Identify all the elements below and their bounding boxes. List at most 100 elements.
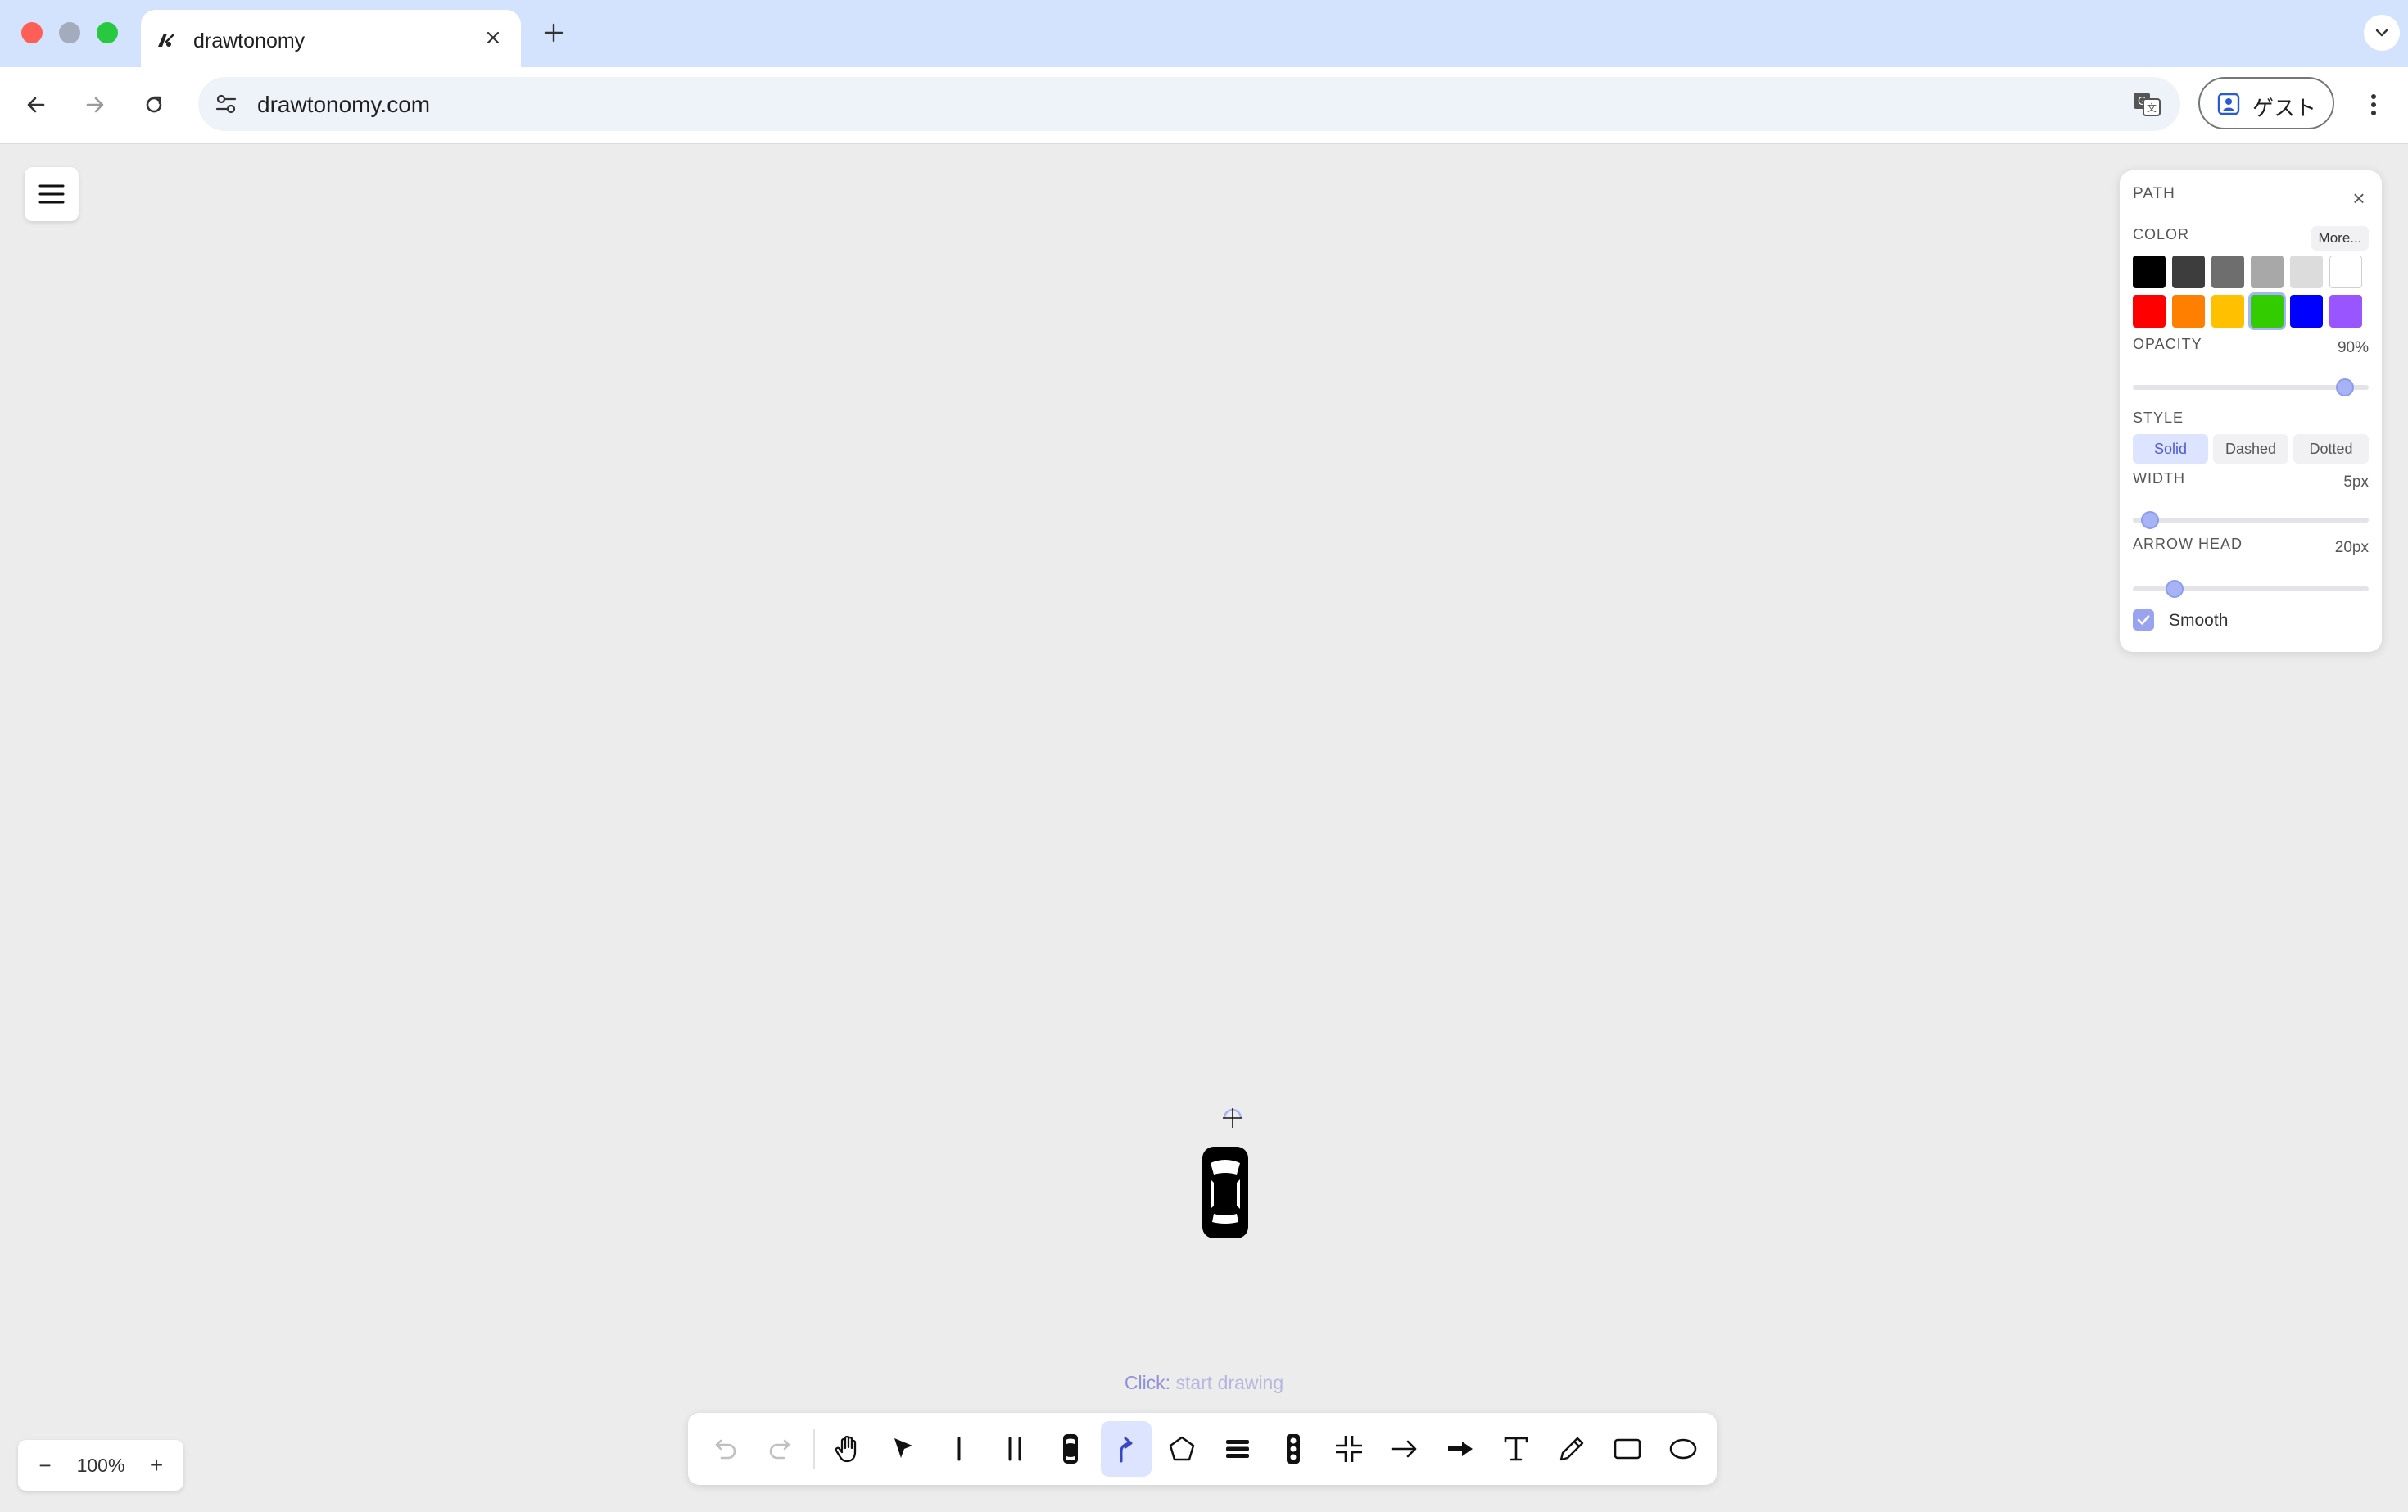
double-line-icon [1008,1437,1021,1461]
crosshair-cursor-icon [1223,1108,1242,1128]
redo-button[interactable] [755,1421,806,1477]
pencil-tool-button[interactable] [1546,1421,1597,1477]
zoom-out-button[interactable]: − [28,1448,62,1483]
car-tool-button[interactable] [1045,1421,1096,1477]
car-icon [1063,1434,1078,1464]
more-colors-button[interactable]: More... [2311,226,2369,251]
opacity-label: OPACITY [2133,336,2202,352]
translate-icon: G 文 [2134,93,2161,116]
rectangle-tool-button[interactable] [1602,1421,1653,1477]
opacity-value: 90% [2337,339,2369,356]
color-swatch[interactable] [2211,256,2244,288]
smooth-label: Smooth [2169,611,2229,630]
arrow-right-icon [86,97,104,113]
window-close-button[interactable] [21,22,43,43]
traffic-light-icon [1287,1434,1300,1464]
ellipse-tool-button[interactable] [1658,1421,1709,1477]
width-slider[interactable] [2133,518,2369,523]
color-swatch[interactable] [2251,256,2284,288]
zoom-in-button[interactable]: + [139,1448,174,1483]
double-lane-tool-button[interactable] [989,1421,1040,1477]
curved-arrow-icon [1120,1437,1133,1463]
color-swatch[interactable] [2251,295,2284,328]
car-shape[interactable] [1201,1145,1250,1240]
panel-title: PATH [2133,185,2175,202]
window-zoom-button[interactable] [97,22,118,43]
arrow-tool-button[interactable] [1379,1421,1430,1477]
pointer-arrow-icon [894,1438,912,1458]
drawing-toolbar [688,1413,1717,1485]
url-text[interactable]: drawtonomy.com [257,92,430,118]
tab-close-button[interactable] [480,25,506,51]
drawing-canvas[interactable] [0,144,2408,1512]
drawtonomy-favicon-icon [158,34,174,47]
browser-tab[interactable]: drawtonomy [141,10,521,67]
translate-button[interactable]: G 文 [2131,88,2162,120]
toolbar-divider [813,1429,815,1469]
new-tab-button[interactable] [537,16,570,49]
select-tool-button[interactable] [878,1421,929,1477]
window-minimize-button[interactable] [59,22,80,43]
lane-line-tool-button[interactable] [934,1421,984,1477]
plus-icon [544,23,564,43]
color-swatch[interactable] [2211,295,2244,328]
color-swatch[interactable] [2172,256,2205,288]
reload-icon [146,96,162,113]
tab-search-button[interactable] [2364,15,2400,51]
hand-icon [835,1435,857,1463]
person-icon [2217,93,2240,115]
style-label: STYLE [2133,410,2184,426]
style-dashed-button[interactable]: Dashed [2213,434,2288,464]
rectangle-icon [1614,1438,1641,1460]
color-swatch[interactable] [2133,256,2166,288]
thick-arrow-icon [1448,1442,1473,1456]
browser-menu-button[interactable] [2354,85,2393,124]
intersection-tool-button[interactable] [1324,1421,1374,1477]
undo-icon [715,1439,736,1460]
forward-button[interactable] [75,85,115,124]
path-tool-button[interactable] [1101,1421,1152,1477]
width-slider-thumb[interactable] [2141,511,2159,529]
zoom-control: − 100% + [18,1440,183,1491]
browser-tab-bar: drawtonomy [0,0,2408,67]
color-label: COLOR [2133,226,2190,242]
opacity-slider[interactable] [2133,385,2369,390]
reload-button[interactable] [134,85,174,124]
more-vertical-icon [2371,94,2376,115]
opacity-slider-thumb[interactable] [2336,378,2355,396]
undo-button[interactable] [699,1421,750,1477]
single-line-icon [957,1437,961,1461]
arrow-right-icon [1391,1440,1417,1458]
app-menu-button[interactable] [25,167,79,221]
svg-text:文: 文 [2147,102,2157,114]
guest-profile-button[interactable]: ゲスト [2198,77,2334,129]
width-label: WIDTH [2133,470,2185,487]
panel-close-button[interactable]: × [2347,186,2370,211]
text-tool-button[interactable] [1491,1421,1541,1477]
address-bar[interactable]: drawtonomy.com G 文 [198,77,2180,131]
back-button[interactable] [16,85,56,124]
arrow-head-slider-thumb[interactable] [2166,580,2184,598]
pencil-icon [1559,1437,1584,1461]
line-style-selector: Solid Dashed Dotted [2133,434,2369,464]
pan-tool-button[interactable] [822,1421,873,1477]
color-swatch[interactable] [2290,256,2323,288]
color-swatch[interactable] [2329,295,2362,328]
color-swatch[interactable] [2133,295,2166,328]
style-solid-button[interactable]: Solid [2133,434,2208,464]
site-info-button[interactable] [210,88,242,120]
canvas-hint: Click: start drawing [1114,1372,1294,1394]
crosswalk-tool-button[interactable] [1212,1421,1263,1477]
style-dotted-button[interactable]: Dotted [2293,434,2369,464]
zoom-level: 100% [76,1455,125,1476]
browser-toolbar: drawtonomy.com G 文 ゲスト [0,67,2408,144]
thick-arrow-tool-button[interactable] [1435,1421,1486,1477]
color-swatch[interactable] [2290,295,2323,328]
polygon-tool-button[interactable] [1156,1421,1207,1477]
traffic-light-tool-button[interactable] [1268,1421,1319,1477]
pentagon-icon [1169,1436,1195,1461]
profile-label: ゲスト [2252,96,2317,120]
color-swatch[interactable] [2172,295,2205,328]
smooth-checkbox[interactable] [2133,609,2154,631]
color-swatch[interactable] [2329,256,2362,288]
